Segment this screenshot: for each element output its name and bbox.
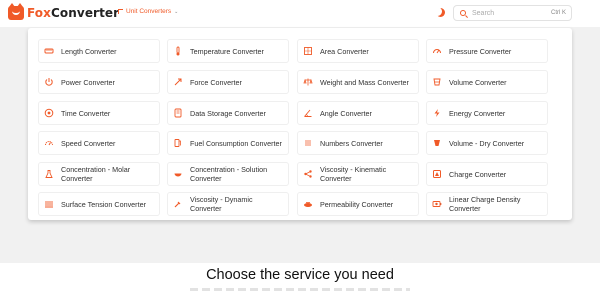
converter-label: Linear Charge Density Converter xyxy=(449,195,521,213)
converter-label: Area Converter xyxy=(320,46,369,56)
unit-converters-label: Unit Converters xyxy=(126,8,172,15)
converter-label: Data Storage Converter xyxy=(190,108,266,118)
converter-label: Power Converter xyxy=(61,77,115,87)
scale-icon xyxy=(303,77,313,87)
unit-converters-dropdown: Length Converter Temperature Converter Are… xyxy=(28,28,572,220)
converter-item-power-converter[interactable]: Power Converter xyxy=(38,70,160,94)
grid-icon xyxy=(118,9,123,14)
battery-icon xyxy=(432,199,442,209)
converter-item-linear-charge-density-converter[interactable]: Linear Charge Density Converter xyxy=(426,192,548,216)
brand-name-converter: Converter xyxy=(51,6,120,20)
converter-label: Permeability Converter xyxy=(320,199,394,209)
converter-label: Viscosity - Dynamic Converter xyxy=(190,195,253,213)
converter-item-surface-tension-converter[interactable]: Surface Tension Converter xyxy=(38,192,160,216)
permeability-icon xyxy=(303,199,313,209)
surface-icon xyxy=(44,199,54,209)
converter-item-data-storage-converter[interactable]: Data Storage Converter xyxy=(167,101,289,125)
converter-item-viscosity-dynamic-converter[interactable]: Viscosity - Dynamic Converter xyxy=(167,192,289,216)
power-icon xyxy=(44,77,54,87)
converter-label: Energy Converter xyxy=(449,108,506,118)
angle-icon xyxy=(303,108,313,118)
clock-icon xyxy=(44,108,54,118)
converter-item-permeability-converter[interactable]: Permeability Converter xyxy=(297,192,419,216)
force-icon xyxy=(173,77,183,87)
converter-label: Force Converter xyxy=(190,77,242,87)
thermometer-icon xyxy=(173,46,183,56)
ruler-icon xyxy=(44,46,54,56)
gauge-icon xyxy=(432,46,442,56)
section-title: Choose the service you need xyxy=(206,267,394,283)
converter-label: Weight and Mass Converter xyxy=(320,77,409,87)
converter-item-length-converter[interactable]: Length Converter xyxy=(38,39,160,63)
pipette-icon xyxy=(173,199,183,209)
converter-item-concentration-solution-converter[interactable]: Concentration - Solution Converter xyxy=(167,162,289,186)
storage-icon xyxy=(173,108,183,118)
converter-item-numbers-converter[interactable]: Numbers Converter xyxy=(297,131,419,155)
unit-converters-menu[interactable]: Unit Converters ⌄ xyxy=(118,8,178,15)
converter-item-fuel-consumption-converter[interactable]: Fuel Consumption Converter xyxy=(167,131,289,155)
converter-label: Concentration - Molar Converter xyxy=(61,165,131,183)
converter-label: Concentration - Solution Converter xyxy=(190,165,268,183)
search-box[interactable]: Search Ctrl K xyxy=(453,5,572,21)
converter-label: Temperature Converter xyxy=(190,46,264,56)
converter-label: Numbers Converter xyxy=(320,138,383,148)
converter-label: Charge Converter xyxy=(449,169,507,179)
converter-label: Volume Converter xyxy=(449,77,507,87)
speedometer-icon xyxy=(44,138,54,148)
converter-label: Angle Converter xyxy=(320,108,372,118)
converter-item-speed-converter[interactable]: Speed Converter xyxy=(38,131,160,155)
converter-item-viscosity-kinematic-converter[interactable]: Viscosity - Kinematic Converter xyxy=(297,162,419,186)
service-section: Choose the service you need xyxy=(0,263,600,292)
dry-volume-icon xyxy=(432,138,442,148)
area-icon xyxy=(303,46,313,56)
converter-item-energy-converter[interactable]: Energy Converter xyxy=(426,101,548,125)
converter-label: Length Converter xyxy=(61,46,117,56)
bowl-icon xyxy=(173,169,183,179)
converter-label: Fuel Consumption Converter xyxy=(190,138,282,148)
converter-label: Pressure Converter xyxy=(449,46,512,56)
converter-label: Viscosity - Kinematic Converter xyxy=(320,165,387,183)
converter-label: Speed Converter xyxy=(61,138,116,148)
search-shortcut: Ctrl K xyxy=(551,10,566,16)
converter-item-volume-dry-converter[interactable]: Volume - Dry Converter xyxy=(426,131,548,155)
brand-name-fox: Fox xyxy=(27,6,51,20)
charge-icon xyxy=(432,169,442,179)
converter-item-temperature-converter[interactable]: Temperature Converter xyxy=(167,39,289,63)
volume-icon xyxy=(432,77,442,87)
numbers-icon xyxy=(303,138,313,148)
converter-label: Time Converter xyxy=(61,108,111,118)
search-input[interactable]: Search xyxy=(472,10,551,17)
converter-item-weight-and-mass-converter[interactable]: Weight and Mass Converter xyxy=(297,70,419,94)
chevron-down-icon: ⌄ xyxy=(174,8,179,15)
converter-item-area-converter[interactable]: Area Converter xyxy=(297,39,419,63)
share-icon xyxy=(303,169,313,179)
fuel-icon xyxy=(173,138,183,148)
brand-name: FoxConverter xyxy=(27,6,119,20)
converter-item-force-converter[interactable]: Force Converter xyxy=(167,70,289,94)
converter-label: Surface Tension Converter xyxy=(61,199,146,209)
top-header: FoxConverter Unit Converters ⌄ Search Ct… xyxy=(0,0,600,27)
flask-icon xyxy=(44,169,54,179)
section-subtitle-faded xyxy=(190,288,410,291)
converter-item-pressure-converter[interactable]: Pressure Converter xyxy=(426,39,548,63)
converter-label: Volume - Dry Converter xyxy=(449,138,525,148)
energy-icon xyxy=(432,108,442,118)
converter-item-concentration-molar-converter[interactable]: Concentration - Molar Converter xyxy=(38,162,160,186)
dark-mode-toggle-icon[interactable] xyxy=(436,8,445,17)
fox-logo-icon xyxy=(8,3,24,20)
brand-logo[interactable]: FoxConverter xyxy=(8,3,119,20)
search-icon xyxy=(460,10,466,16)
converter-item-volume-converter[interactable]: Volume Converter xyxy=(426,70,548,94)
converter-item-angle-converter[interactable]: Angle Converter xyxy=(297,101,419,125)
converter-item-charge-converter[interactable]: Charge Converter xyxy=(426,162,548,186)
converter-item-time-converter[interactable]: Time Converter xyxy=(38,101,160,125)
